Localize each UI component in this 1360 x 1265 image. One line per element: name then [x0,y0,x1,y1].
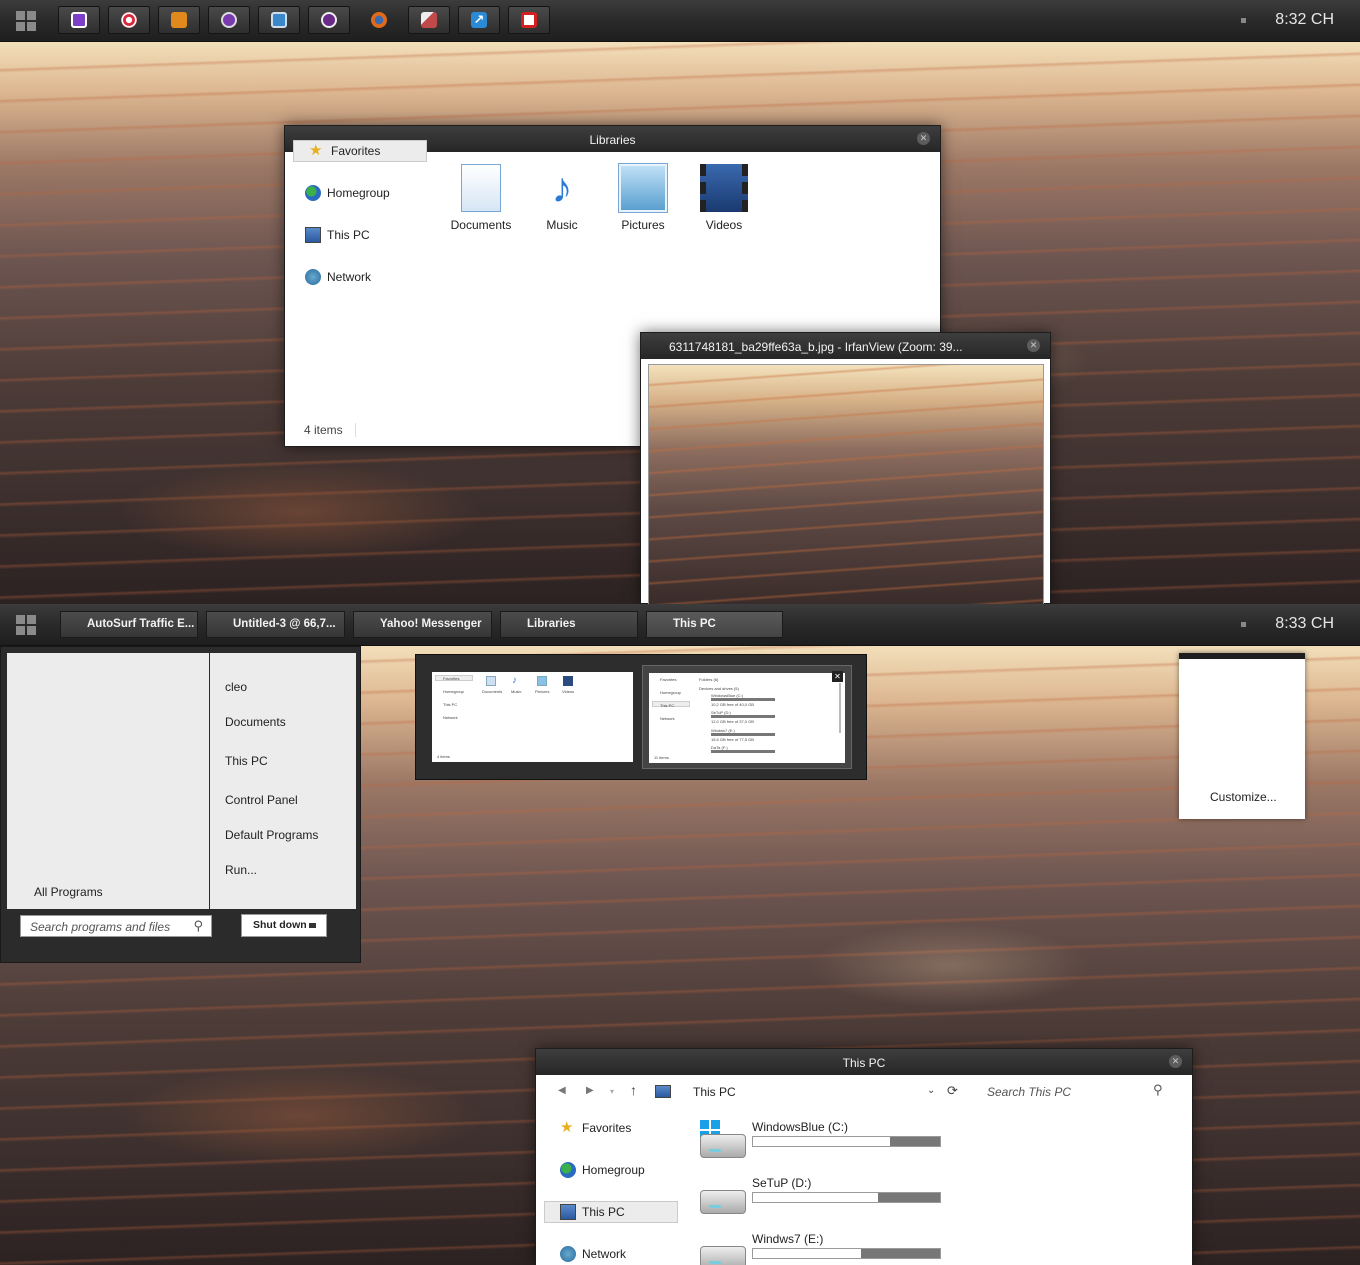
image-app-icon[interactable] [258,6,300,34]
address-bar[interactable]: This PC [693,1085,736,1099]
network-globe-icon [560,1246,576,1262]
programs-pane: All Programs [7,653,209,909]
task-libraries[interactable]: Libraries [500,611,638,638]
irfanview-window: 6311748181_ba29ffe63a_b.jpg - IrfanView … [640,332,1051,605]
flame-app-icon[interactable] [158,6,200,34]
homegroup-icon [560,1162,576,1178]
menu-item-user[interactable]: cleo [225,680,247,694]
window-titlebar[interactable]: This PC ✕ [536,1049,1192,1075]
drive-c[interactable]: WindowsBlue (C:) [696,1120,956,1168]
image-viewport[interactable] [648,364,1044,605]
customize-link[interactable]: Customize... [1210,790,1277,804]
this-pc-window: This PC ✕ ◀ ▶ ▾ ↑ This PC ⌄ ⟳ Search Thi… [535,1048,1193,1265]
menu-item-run[interactable]: Run... [225,863,257,877]
window-app-icon[interactable] [58,6,100,34]
search-placeholder: Search programs and files [30,920,171,934]
thumbnail-this-pc[interactable]: Favorites Homegroup This PC Network Fold… [649,673,845,763]
menu-item-default-programs[interactable]: Default Programs [225,828,318,842]
library-documents[interactable]: Documents [441,164,521,232]
computer-icon [560,1204,576,1220]
star-icon: ★ [560,1119,574,1136]
menu-item-documents[interactable]: Documents [225,715,286,729]
window-title: Libraries [589,133,636,147]
window-title: This PC [842,1056,886,1070]
puzzle-app-icon[interactable] [508,6,550,34]
search-icon[interactable]: ⚲ [1153,1082,1163,1098]
task-yahoo-messenger[interactable]: Yahoo! Messenger [353,611,492,638]
refresh-icon[interactable]: ⟳ [947,1083,958,1099]
library-music[interactable]: ♪ Music [522,164,602,232]
chat-app-icon[interactable] [208,6,250,34]
task-autosurf[interactable]: AutoSurf Traffic E... [60,611,198,638]
task-untitled-3[interactable]: Untitled-3 @ 66,7... [206,611,345,638]
search-icon: ⚲ [193,918,203,933]
library-videos[interactable]: Videos [684,164,764,232]
drive-usage-bar [752,1136,941,1147]
drive-free-space [753,1137,890,1146]
drive-free-space [753,1193,879,1202]
forward-button[interactable]: ▶ [586,1085,594,1096]
drive-free-space [753,1249,862,1258]
thumbnail-libraries[interactable]: Favorites Homegroup This PC Network Docu… [432,672,633,762]
clock[interactable]: 8:32 CH [1275,11,1334,29]
drive-usage-bar [752,1192,941,1203]
search-input[interactable]: Search This PC [987,1085,1071,1099]
taskbar-thumbnail-preview: Favorites Homegroup This PC Network Docu… [415,654,867,780]
close-button[interactable]: ✕ [917,132,930,145]
nav-item-this-pc[interactable]: This PC [544,1201,678,1223]
hard-drive-icon [700,1134,746,1158]
documents-icon [461,164,501,212]
close-button[interactable]: ✕ [1169,1055,1182,1068]
tray-icon[interactable] [1241,622,1246,627]
firefox-icon[interactable] [358,6,400,34]
start-menu: All Programs cleo Documents This PC Cont… [0,646,361,963]
hard-drive-icon [700,1246,746,1265]
taskbar: AutoSurf Traffic E... Untitled-3 @ 66,7.… [0,604,1360,646]
all-programs-link[interactable]: All Programs [34,885,103,899]
nav-item-network[interactable]: Network [560,1243,626,1265]
up-arrow-icon[interactable]: ↑ [630,1082,637,1098]
shutdown-button[interactable]: Shut down [241,914,327,937]
drive-e[interactable]: Windws7 (E:) [696,1232,956,1265]
close-button[interactable]: ✕ [1027,339,1040,352]
search-box[interactable]: Search programs and files ⚲ [20,915,212,937]
videos-icon [700,164,748,212]
back-button[interactable]: ◀ [558,1085,566,1096]
arrow-icon[interactable] [309,923,316,928]
nav-item-homegroup[interactable]: Homegroup [560,1159,645,1181]
nav-item-favorites[interactable]: ★ Favorites [560,1117,631,1139]
hard-drive-icon [700,1190,746,1214]
shortcut-arrow-icon[interactable]: ↗ [458,6,500,34]
task-this-pc[interactable]: This PC [646,611,783,638]
menu-item-control-panel[interactable]: Control Panel [225,793,298,807]
start-button[interactable] [16,615,36,635]
chevron-down-icon[interactable]: ⌄ [927,1085,935,1096]
places-pane: cleo Documents This PC Control Panel Def… [210,653,356,909]
library-pictures[interactable]: Pictures [603,164,683,232]
menu-item-this-pc[interactable]: This PC [225,754,268,768]
drive-d[interactable]: SeTuP (D:) [696,1176,956,1224]
thumbnail-this-pc-frame: Favorites Homegroup This PC Network Fold… [642,665,852,769]
chart-app-icon[interactable] [408,6,450,34]
close-thumbnail-button[interactable]: ✕ [832,671,843,682]
tray-flyout: Customize... [1179,653,1305,819]
taskbar: ↗ 8:32 CH [0,0,1360,42]
recent-dropdown[interactable]: ▾ [610,1087,614,1096]
target-app-icon[interactable] [108,6,150,34]
music-icon: ♪ [551,164,573,211]
window-titlebar[interactable]: 6311748181_ba29ffe63a_b.jpg - IrfanView … [641,333,1050,359]
divider [355,423,356,437]
window-title: 6311748181_ba29ffe63a_b.jpg - IrfanView … [669,340,963,354]
status-bar: 4 items [304,423,343,437]
computer-icon [655,1085,671,1098]
media-app-icon[interactable] [308,6,350,34]
sand-photo [649,365,1043,604]
start-button[interactable] [16,11,36,31]
drive-usage-bar [752,1248,941,1259]
pictures-icon [619,164,667,212]
tray-icon[interactable] [1241,18,1246,23]
clock[interactable]: 8:33 CH [1275,615,1334,633]
